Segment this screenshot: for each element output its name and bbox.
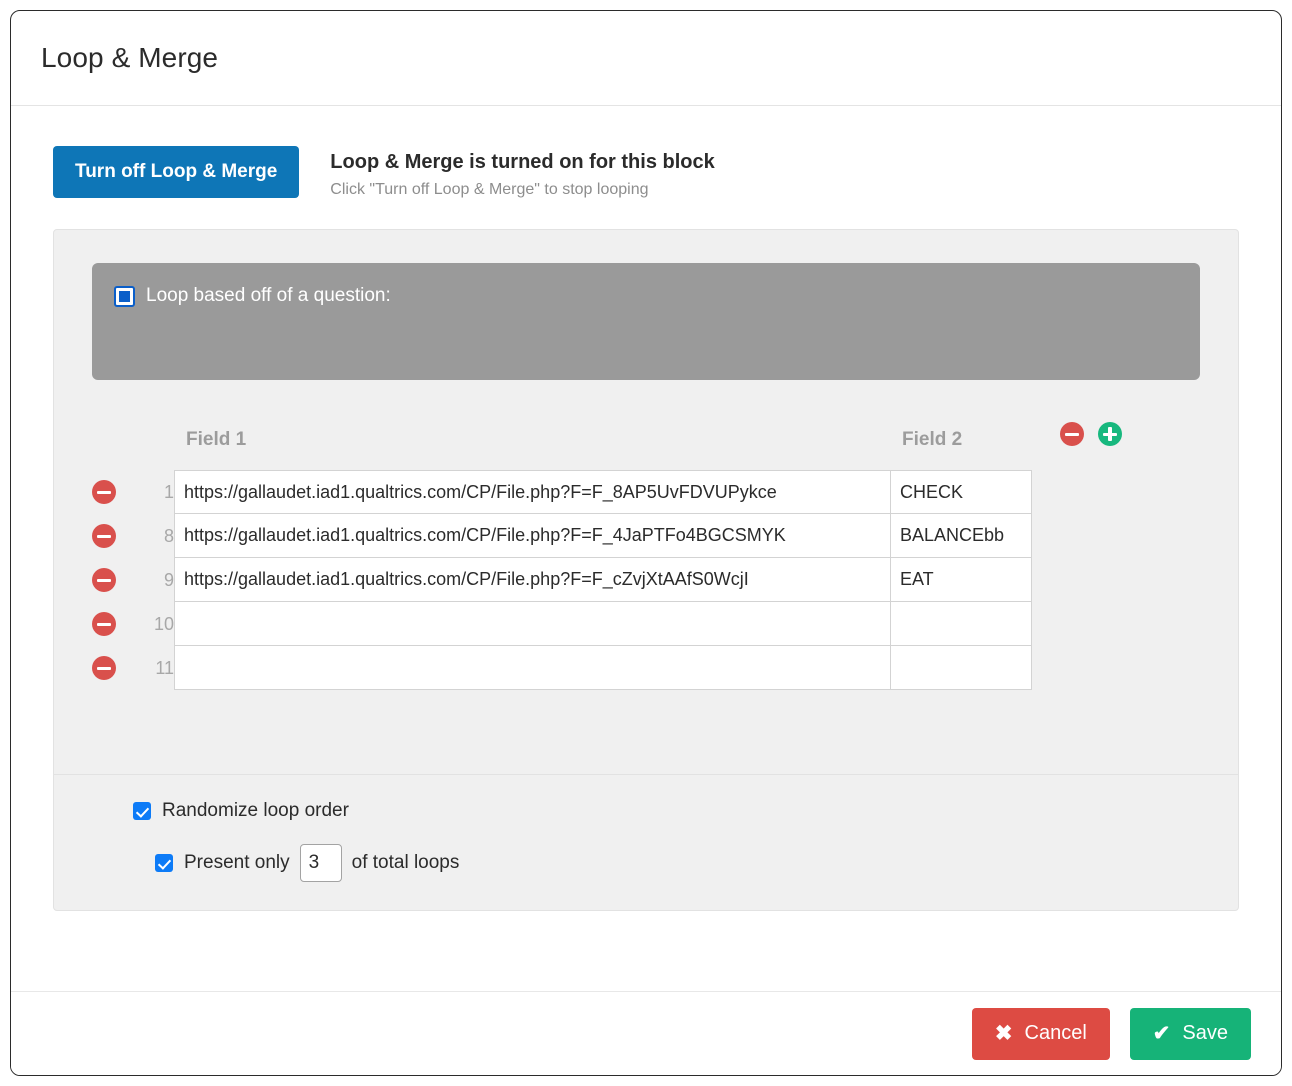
present-only-row: Present only of total loops (133, 844, 1238, 882)
table-bottom-spacer (92, 690, 1200, 774)
table-header-row: Field 1 Field 2 (92, 422, 1172, 470)
table-row: 10 (92, 602, 1172, 646)
row-field2-cell: EAT (890, 558, 1032, 602)
field2-input[interactable]: EAT (890, 558, 1032, 602)
remove-row-icon[interactable] (92, 568, 116, 592)
add-field-column-icon[interactable] (1098, 422, 1122, 446)
row-field1-cell (174, 602, 890, 646)
table-row: 11 (92, 646, 1172, 690)
field1-input[interactable]: https://gallaudet.iad1.qualtrics.com/CP/… (174, 558, 890, 602)
present-only-count-input[interactable] (299, 844, 342, 882)
checkmark-icon: ✔ (1152, 1022, 1171, 1045)
row-index: 1 (163, 481, 174, 502)
table-row: 1 https://gallaudet.iad1.qualtrics.com/C… (92, 470, 1172, 514)
field1-input[interactable] (174, 646, 890, 690)
loop-settings-panel: Loop based off of a question: Field 1 Fi… (53, 229, 1239, 911)
loop-merge-dialog: Loop & Merge Turn off Loop & Merge Loop … (10, 10, 1282, 1076)
field1-input[interactable]: https://gallaudet.iad1.qualtrics.com/CP/… (174, 514, 890, 558)
row-tools-cell (1032, 470, 1172, 514)
present-only-prefix-label: Present only (184, 852, 290, 873)
remove-row-icon[interactable] (92, 524, 116, 548)
remove-row-cell (92, 514, 138, 558)
remove-row-cell (92, 470, 138, 514)
save-button[interactable]: ✔ Save (1129, 1007, 1251, 1060)
remove-row-cell (92, 558, 138, 602)
loop-based-on-question-banner: Loop based off of a question: (92, 263, 1200, 380)
field1-input[interactable] (174, 602, 890, 646)
table-row: 9 https://gallaudet.iad1.qualtrics.com/C… (92, 558, 1172, 602)
loop-based-off-question-label: Loop based off of a question: (146, 285, 391, 306)
loop-fields-table: Field 1 Field 2 1 https://gallaudet.iad1… (92, 422, 1172, 690)
field2-input[interactable] (890, 646, 1032, 690)
column-header-field-1: Field 1 (186, 429, 247, 450)
remove-field-column-icon[interactable] (1060, 422, 1084, 446)
panel-upper: Loop based off of a question: Field 1 Fi… (54, 230, 1238, 774)
row-tools-cell (1032, 514, 1172, 558)
row-tools-cell (1032, 602, 1172, 646)
field2-input[interactable]: CHECK (890, 470, 1032, 514)
row-field1-cell: https://gallaudet.iad1.qualtrics.com/CP/… (174, 514, 890, 558)
remove-row-icon[interactable] (92, 656, 116, 680)
randomize-loop-order-row: Randomize loop order (133, 800, 1238, 822)
row-index: 11 (155, 657, 174, 678)
loop-merge-toggle-row: Turn off Loop & Merge Loop & Merge is tu… (53, 146, 1239, 202)
remove-row-cell (92, 602, 138, 646)
page-title: Loop & Merge (41, 42, 219, 73)
dialog-footer: ✖ Cancel ✔ Save (11, 991, 1281, 1075)
row-field2-cell: CHECK (890, 470, 1032, 514)
table-tools (1032, 422, 1172, 470)
field1-input[interactable]: https://gallaudet.iad1.qualtrics.com/CP/… (174, 470, 890, 514)
loop-merge-status: Loop & Merge is turned on for this block… (330, 146, 714, 202)
row-index: 8 (163, 525, 174, 546)
row-field1-cell (174, 646, 890, 690)
row-tools-cell (1032, 558, 1172, 602)
randomize-loop-order-label: Randomize loop order (162, 800, 349, 821)
loop-based-off-question-checkbox[interactable] (114, 286, 135, 307)
randomize-loop-order-checkbox[interactable] (133, 802, 151, 820)
cancel-button-label: Cancel (1024, 1022, 1087, 1044)
row-field2-cell (890, 646, 1032, 690)
row-field1-cell: https://gallaudet.iad1.qualtrics.com/CP/… (174, 558, 890, 602)
save-button-label: Save (1182, 1022, 1228, 1044)
turn-off-loop-merge-button[interactable]: Turn off Loop & Merge (53, 146, 300, 198)
cancel-button[interactable]: ✖ Cancel (971, 1007, 1110, 1060)
status-title: Loop & Merge is turned on for this block (330, 151, 715, 173)
row-tools-cell (1032, 646, 1172, 690)
loop-options: Randomize loop order Present only of tot… (54, 774, 1238, 910)
table-row: 8 https://gallaudet.iad1.qualtrics.com/C… (92, 514, 1172, 558)
close-x-icon: ✖ (994, 1022, 1013, 1045)
row-field1-cell: https://gallaudet.iad1.qualtrics.com/CP/… (174, 470, 890, 514)
header-remove-col (92, 422, 138, 470)
dialog-header: Loop & Merge (11, 11, 1281, 106)
loop-fields-table-wrapper: Field 1 Field 2 1 https://gallaudet.iad1… (92, 380, 1200, 774)
field2-input[interactable]: BALANCEbb (890, 514, 1032, 558)
header-index-col (138, 422, 174, 470)
column-header-field-2: Field 2 (902, 429, 963, 450)
row-field2-cell (890, 602, 1032, 646)
row-field2-cell: BALANCEbb (890, 514, 1032, 558)
remove-row-icon[interactable] (92, 612, 116, 636)
present-only-checkbox[interactable] (155, 854, 173, 872)
dialog-body: Turn off Loop & Merge Loop & Merge is tu… (11, 106, 1281, 993)
present-only-suffix-label: of total loops (351, 852, 460, 873)
field2-input[interactable] (890, 602, 1032, 646)
remove-row-cell (92, 646, 138, 690)
row-index: 9 (163, 569, 174, 590)
status-hint: Click "Turn off Loop & Merge" to stop lo… (330, 181, 649, 198)
remove-row-icon[interactable] (92, 480, 116, 504)
row-index: 10 (153, 613, 174, 634)
